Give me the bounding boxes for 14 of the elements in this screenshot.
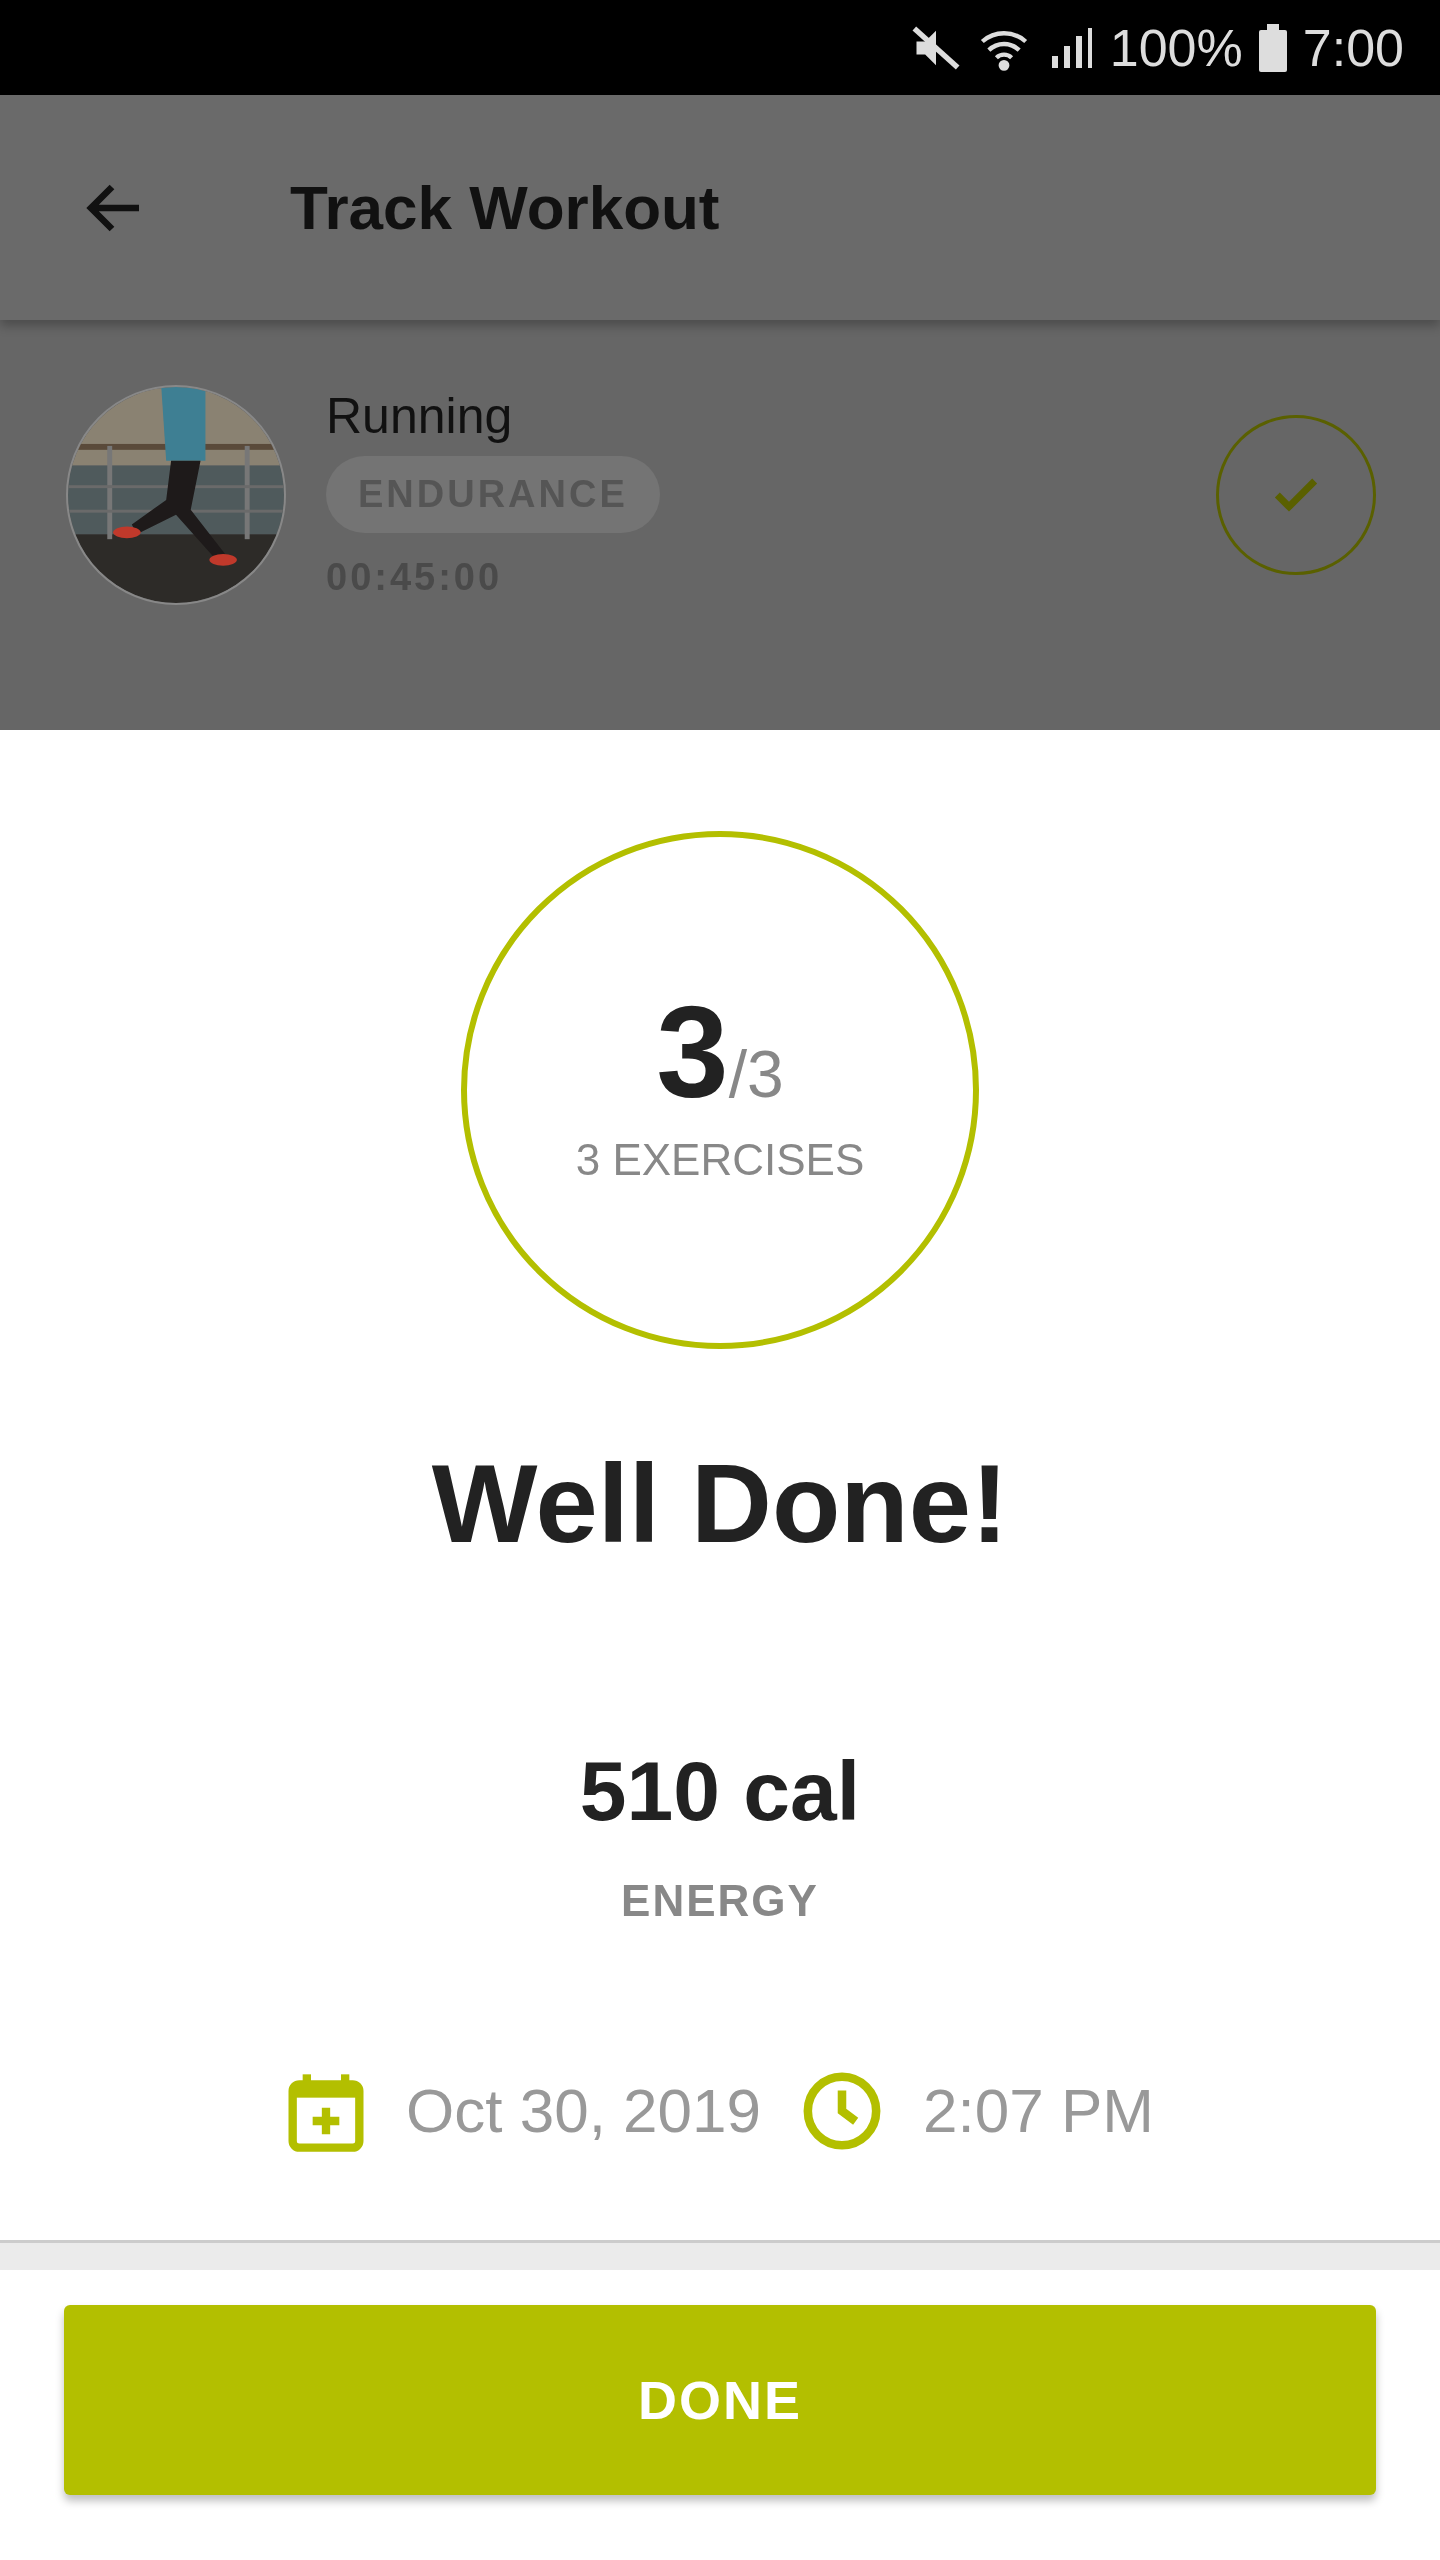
screen-title: Track Workout [290, 172, 720, 244]
total-count: /3 [728, 1041, 784, 1107]
headline: Well Done! [431, 1440, 1009, 1568]
energy-label: ENERGY [621, 1875, 819, 1927]
workout-name: Running [326, 387, 513, 446]
battery-percent: 100% [1109, 17, 1243, 79]
completed-count: 3 [656, 987, 729, 1117]
clock-time: 7:00 [1302, 17, 1404, 79]
energy-value: 510 cal [579, 1743, 861, 1840]
workout-date: Oct 30, 2019 [406, 2075, 762, 2147]
done-button[interactable]: DONE [64, 2305, 1376, 2495]
workout-time: 2:07 PM [923, 2075, 1154, 2147]
battery-icon [1258, 22, 1287, 73]
exercises-caption: 3 EXERCISES [575, 1134, 865, 1186]
